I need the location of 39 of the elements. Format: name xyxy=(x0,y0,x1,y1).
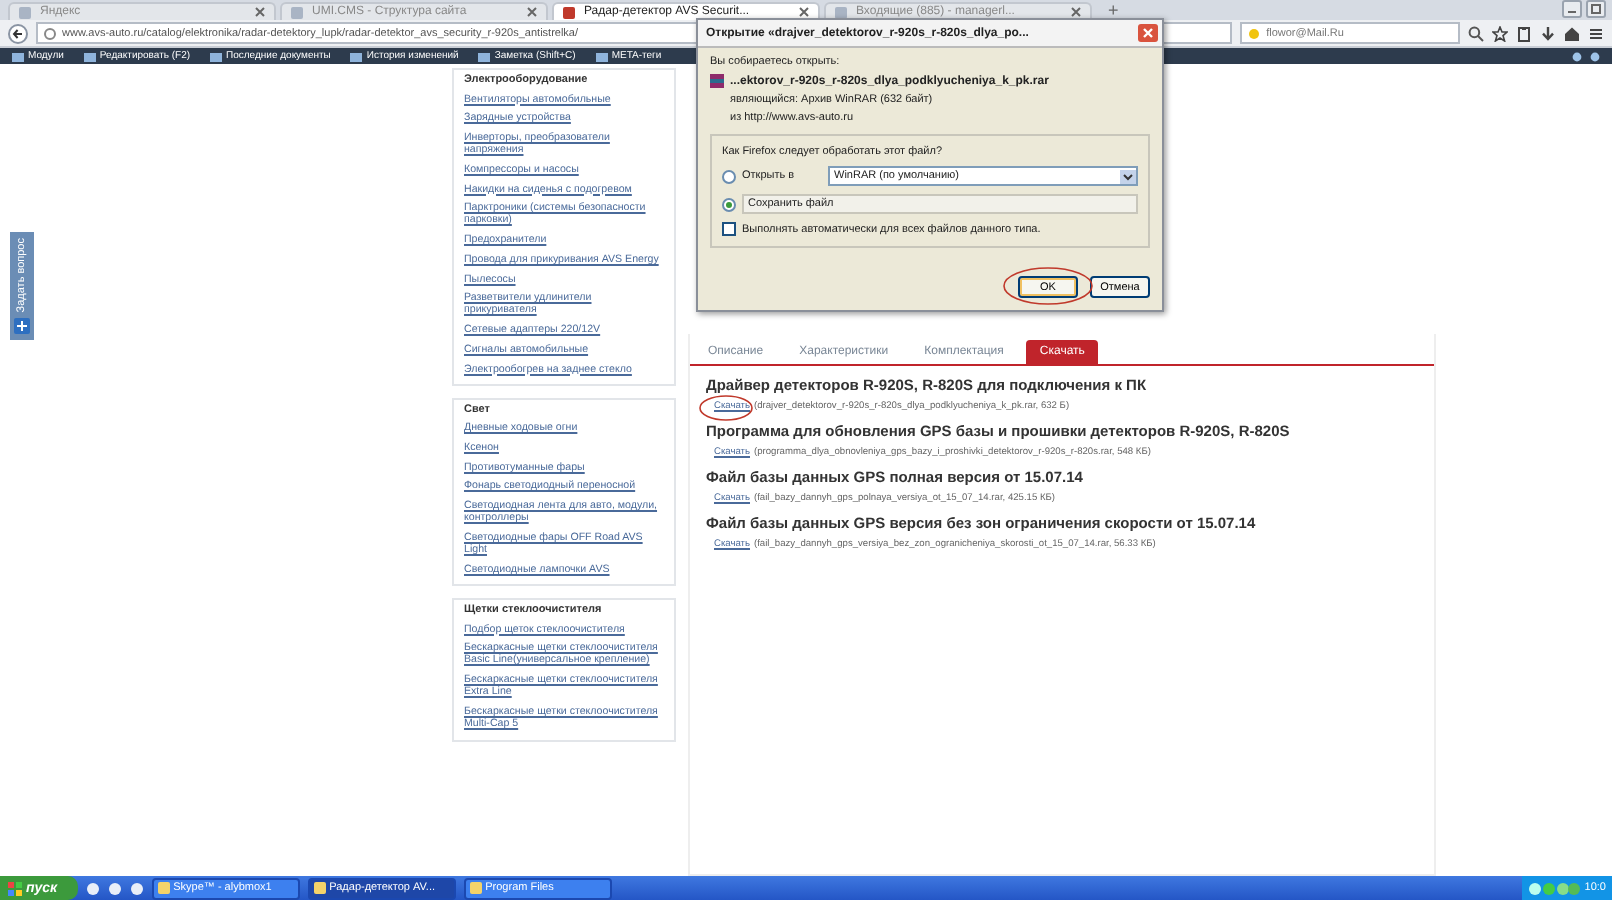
folder-icon xyxy=(210,51,223,61)
radio-button[interactable] xyxy=(722,197,736,211)
favicon-icon xyxy=(290,5,304,19)
folder-icon xyxy=(83,51,96,61)
archive-icon xyxy=(710,74,724,88)
annotation-circle xyxy=(698,394,754,422)
close-icon[interactable] xyxy=(254,6,266,18)
app-icon xyxy=(313,882,326,894)
star-icon[interactable] xyxy=(1492,25,1508,41)
checkbox[interactable] xyxy=(722,222,736,236)
new-tab-button[interactable]: + xyxy=(1096,2,1131,20)
clipboard-icon[interactable] xyxy=(1516,25,1532,41)
folder-icon xyxy=(595,51,608,61)
close-icon[interactable] xyxy=(1138,24,1158,42)
minimize-icon[interactable] xyxy=(1562,0,1582,18)
favicon-icon xyxy=(562,5,576,19)
dropdown-arrow-icon xyxy=(1120,169,1136,183)
favicon-icon xyxy=(18,5,32,19)
download-icon[interactable] xyxy=(1540,25,1556,41)
folder-icon xyxy=(350,51,363,61)
windows-logo-icon xyxy=(8,881,22,895)
annotation-circle xyxy=(1002,266,1094,306)
favicon-icon xyxy=(834,5,848,19)
search-icon[interactable] xyxy=(1468,25,1484,41)
close-icon[interactable] xyxy=(798,6,810,18)
back-icon[interactable] xyxy=(8,23,28,43)
app-icon xyxy=(469,882,482,894)
app-icon xyxy=(157,882,170,894)
tray-icons-drawing xyxy=(1528,881,1581,895)
menu-icon[interactable] xyxy=(1588,25,1604,41)
folder-icon xyxy=(12,51,24,61)
folder-icon xyxy=(478,51,491,61)
close-icon[interactable] xyxy=(1070,6,1082,18)
close-icon[interactable] xyxy=(526,6,538,18)
search-engine-icon xyxy=(1248,27,1261,39)
maximize-icon[interactable] xyxy=(1586,0,1606,18)
home-icon[interactable] xyxy=(1564,25,1580,41)
radio-button[interactable] xyxy=(722,169,736,183)
plus-icon xyxy=(14,318,30,335)
